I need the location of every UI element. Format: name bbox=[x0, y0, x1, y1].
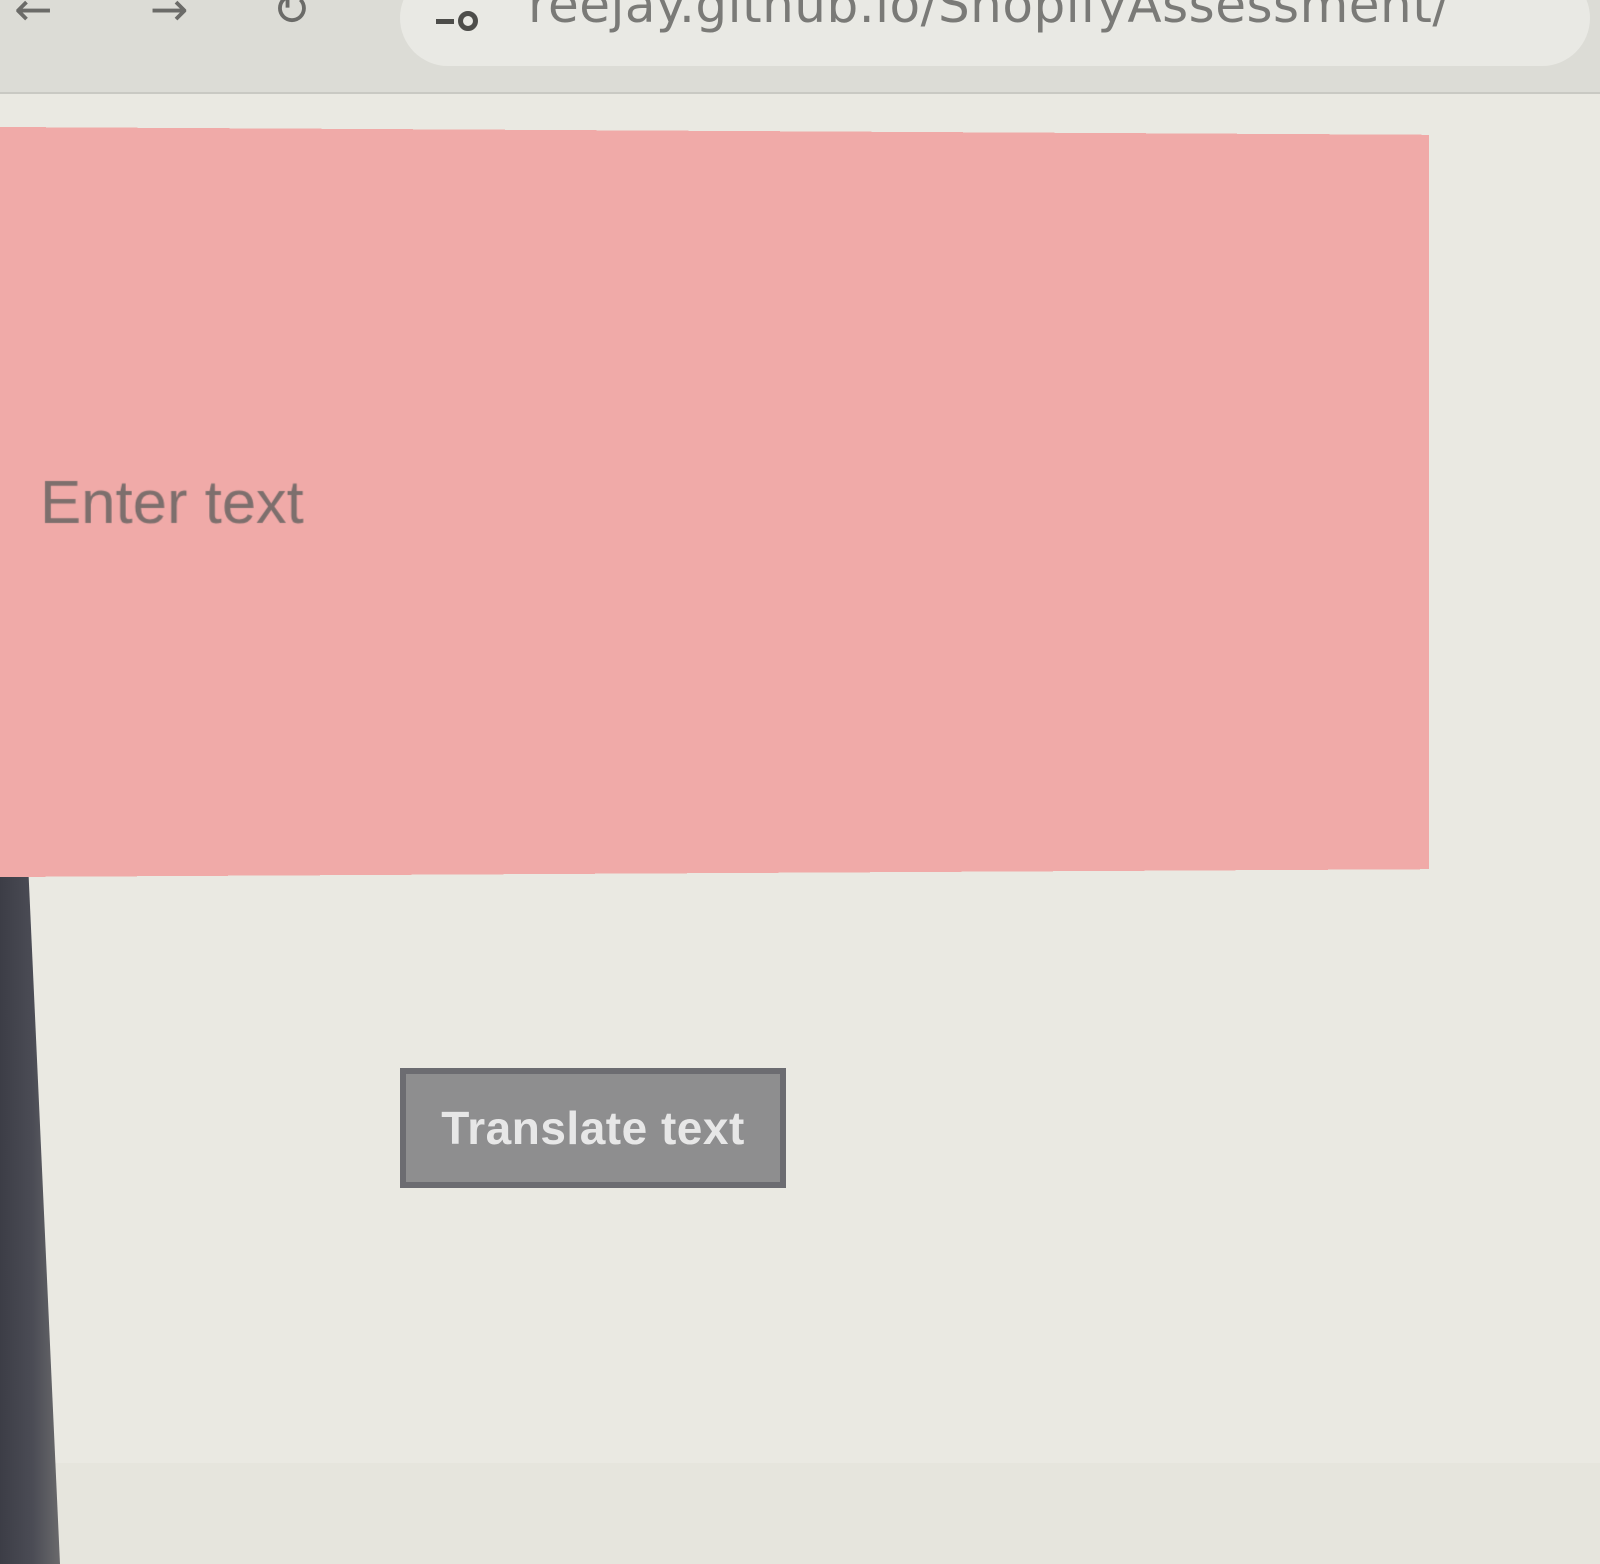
translate-text-button[interactable]: Translate text bbox=[400, 1068, 786, 1188]
url-text[interactable]: reejay.github.io/ShopifyAssessment/ bbox=[528, 0, 1450, 33]
reload-icon[interactable]: ↻ bbox=[272, 0, 311, 32]
site-info-icon[interactable] bbox=[436, 10, 482, 31]
back-arrow-icon[interactable]: ← bbox=[14, 0, 53, 32]
browser-toolbar: ← → ↻ reejay.github.io/ShopifyAssessment… bbox=[0, 0, 1600, 94]
address-bar[interactable]: reejay.github.io/ShopifyAssessment/ bbox=[400, 0, 1590, 66]
text-input[interactable] bbox=[0, 127, 1429, 877]
forward-arrow-icon[interactable]: → bbox=[150, 0, 189, 32]
